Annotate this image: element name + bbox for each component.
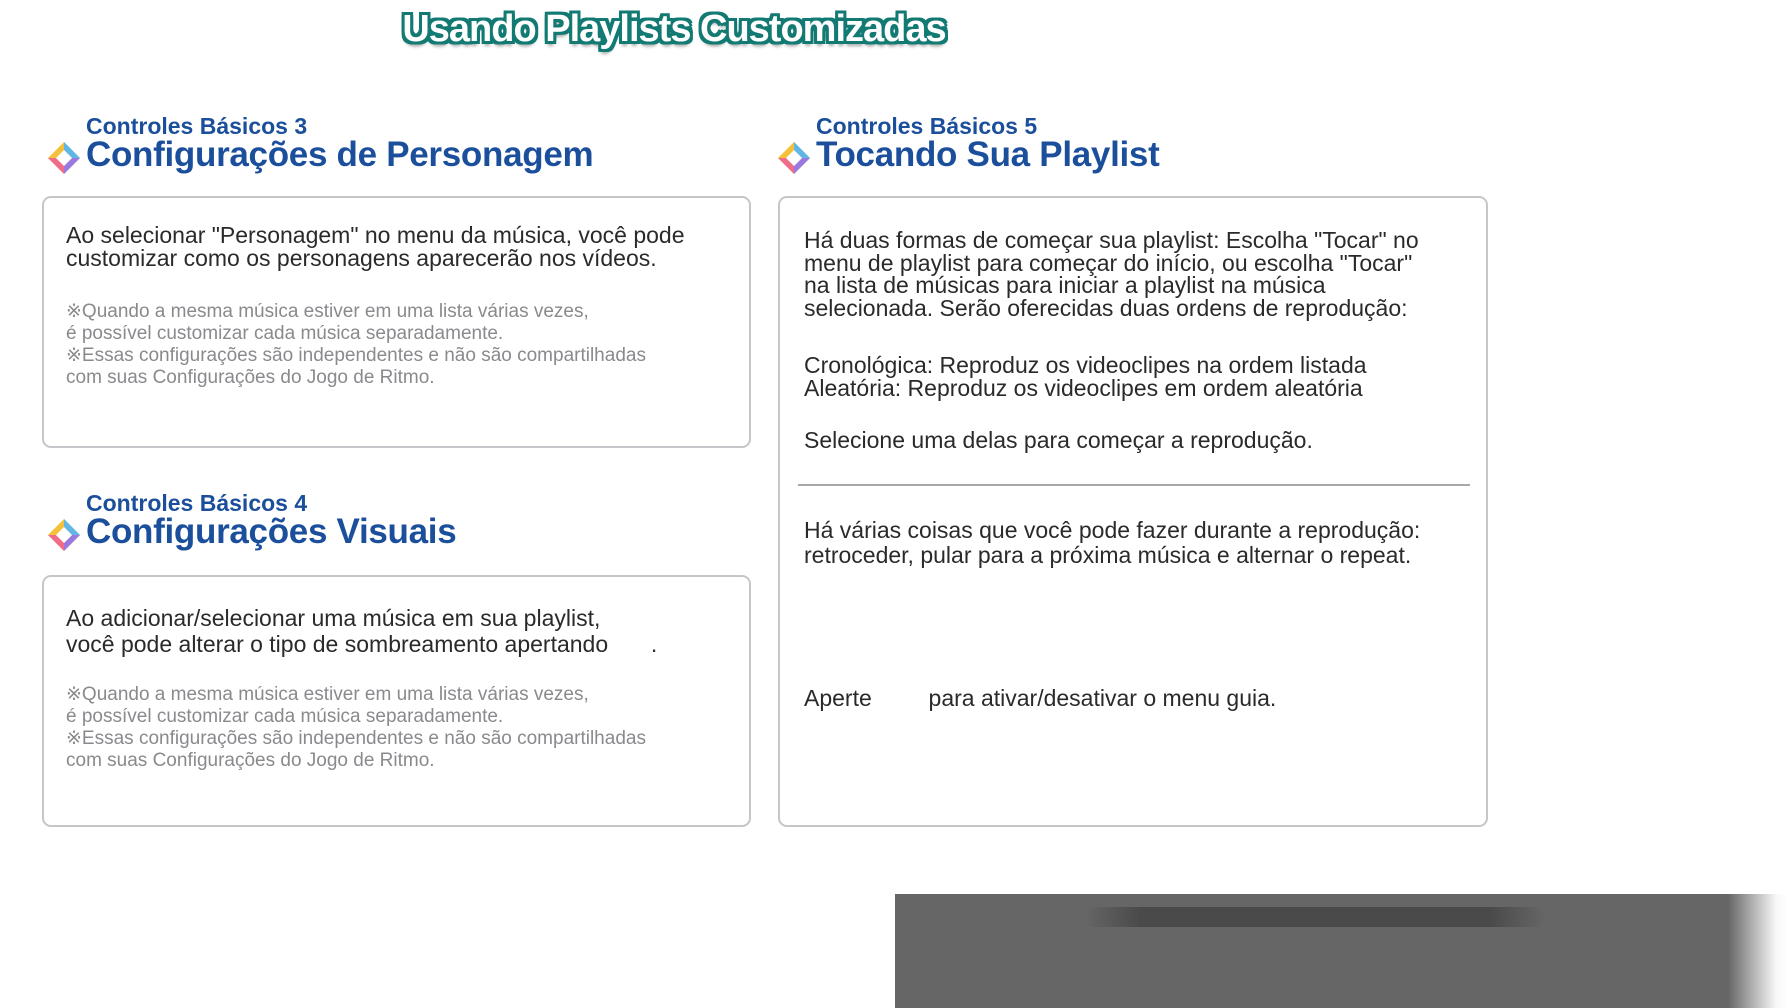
panel-body-line-2: você pode alterar o tipo de sombreamento… bbox=[66, 633, 657, 656]
panel-paragraph-start: Há duas formas de começar sua playlist: … bbox=[804, 227, 1419, 321]
panel-visual-settings: Ao adicionar/selecionar uma música em su… bbox=[42, 575, 751, 827]
panel-notes: ※Quando a mesma música estiver em uma li… bbox=[66, 684, 646, 771]
diamond-rainbow-icon bbox=[48, 142, 80, 174]
panel-paragraph-orders: Cronológica: Reproduz os videoclipes na … bbox=[804, 352, 1367, 401]
guide-suffix: para ativar/desativar o menu guia. bbox=[928, 685, 1277, 711]
controller-button-icon bbox=[878, 690, 922, 710]
guide-prefix: Aperte bbox=[804, 685, 872, 711]
page-title: Usando Playlists Customizadas bbox=[402, 8, 946, 50]
panel-notes: ※Quando a mesma música estiver em uma li… bbox=[66, 301, 646, 388]
section-title: Configurações Visuais bbox=[86, 512, 457, 551]
panel-playing-playlist: Há duas formas de começar sua playlist: … bbox=[778, 196, 1488, 827]
panel-paragraph-controls: Há várias coisas que você pode fazer dur… bbox=[804, 517, 1421, 568]
section-header-visual: Controles Básicos 4 Configurações Visuai… bbox=[46, 490, 746, 560]
section-header-playlist: Controles Básicos 5 Tocando Sua Playlist bbox=[776, 113, 1476, 183]
controller-button-icon bbox=[615, 636, 645, 656]
panel-guide-line: Aperte para ativar/desativar o menu guia… bbox=[804, 687, 1276, 710]
panel-paragraph-select: Selecione uma delas para começar a repro… bbox=[804, 427, 1313, 453]
section-header-character: Controles Básicos 3 Configurações de Per… bbox=[46, 113, 746, 183]
section-title: Tocando Sua Playlist bbox=[816, 135, 1160, 174]
panel-body-line-1: Ao adicionar/selecionar uma música em su… bbox=[66, 605, 601, 631]
panel-body-suffix: . bbox=[650, 631, 658, 657]
bottom-overlay bbox=[895, 894, 1788, 1008]
diamond-rainbow-icon bbox=[48, 519, 80, 551]
panel-divider bbox=[798, 484, 1470, 486]
panel-body-text: Ao selecionar "Personagem" no menu da mú… bbox=[66, 222, 685, 271]
overlay-edge-fade bbox=[1728, 894, 1788, 1008]
section-title: Configurações de Personagem bbox=[86, 135, 594, 174]
panel-body-line-2-text: você pode alterar o tipo de sombreamento… bbox=[66, 631, 609, 657]
diamond-rainbow-icon bbox=[778, 142, 810, 174]
overlay-bar bbox=[1085, 907, 1545, 927]
panel-character-settings: Ao selecionar "Personagem" no menu da mú… bbox=[42, 196, 751, 448]
